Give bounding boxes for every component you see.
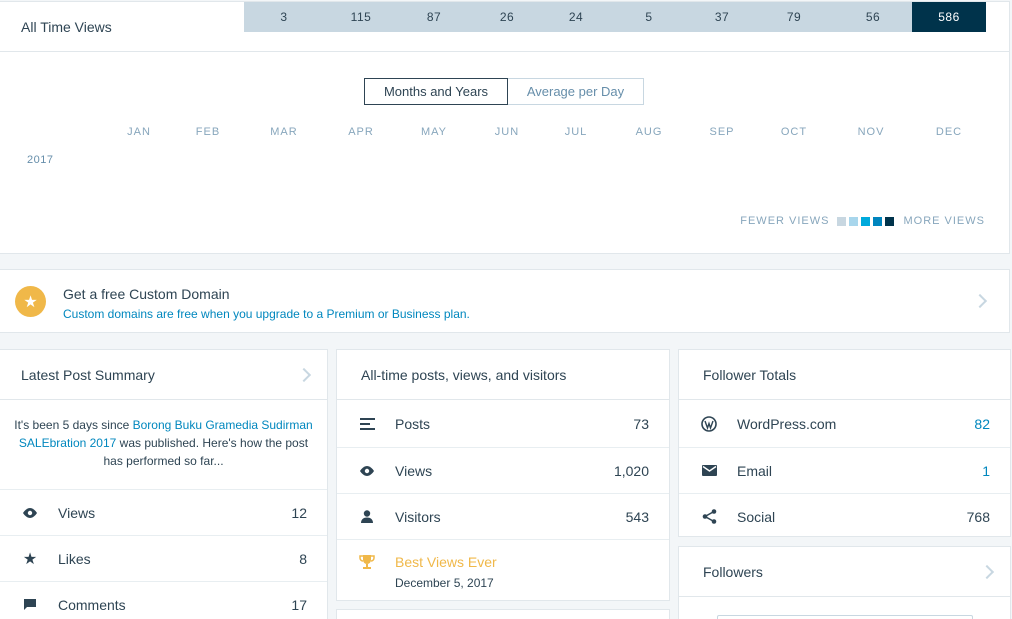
posts-icon bbox=[357, 418, 377, 430]
views-row: Views 1,020 bbox=[337, 447, 669, 493]
followers-header[interactable]: Followers bbox=[679, 547, 1010, 597]
month-label-oct: OCT bbox=[780, 126, 808, 138]
wordpress-icon bbox=[699, 416, 719, 432]
all-time-stats-title: All-time posts, views, and visitors bbox=[337, 350, 669, 400]
chevron-right-icon[interactable] bbox=[972, 293, 988, 309]
custom-domain-banner[interactable]: ★ Get a free Custom Domain Custom domain… bbox=[0, 269, 1010, 333]
person-icon bbox=[357, 510, 377, 523]
eye-icon bbox=[20, 507, 40, 518]
latest-post-summary-header[interactable]: Latest Post Summary bbox=[0, 350, 327, 400]
comments-value: 17 bbox=[291, 596, 307, 613]
wordpress-value[interactable]: 82 bbox=[974, 416, 990, 432]
month-label-sep: SEP bbox=[709, 126, 735, 138]
views-cell-sep[interactable]: 37 bbox=[690, 2, 754, 32]
legend-fewer-label: FEWER VIEWS bbox=[740, 215, 830, 227]
legend-swatch bbox=[837, 216, 847, 226]
year-label: 2017 bbox=[27, 154, 54, 166]
summary-prefix: It's been 5 days since bbox=[14, 418, 133, 432]
views-value: 1,020 bbox=[613, 462, 649, 479]
mail-icon bbox=[699, 465, 719, 476]
month-label-feb: FEB bbox=[195, 126, 221, 138]
all-time-views-card: All Time Views Months and Years Average … bbox=[0, 1, 1010, 254]
visitors-value: 543 bbox=[625, 508, 649, 525]
month-label-nov: NOV bbox=[857, 126, 885, 138]
month-label-jul: JUL bbox=[564, 126, 588, 138]
wordpress-followers-row[interactable]: WordPress.com 82 bbox=[679, 401, 1010, 447]
views-cell-nov[interactable]: 56 bbox=[834, 2, 912, 32]
likes-label: Likes bbox=[58, 550, 91, 567]
chevron-right-icon[interactable] bbox=[979, 564, 995, 579]
legend-swatch bbox=[861, 216, 871, 226]
visitors-row: Visitors 543 bbox=[337, 493, 669, 539]
views-label: Views bbox=[58, 504, 96, 521]
view-mode-toggle: Months and Years Average per Day bbox=[364, 78, 644, 105]
posts-row: Posts 73 bbox=[337, 401, 669, 447]
views-cell-apr[interactable]: 115 bbox=[324, 2, 398, 32]
followers-type-select[interactable] bbox=[717, 615, 973, 619]
month-label-mar: MAR bbox=[270, 126, 298, 138]
latest-views-row: Views 12 bbox=[0, 489, 327, 535]
next-card-stub bbox=[336, 609, 670, 619]
trophy-icon bbox=[359, 554, 375, 572]
latest-post-summary-text: It's been 5 days since Borong Buku Grame… bbox=[10, 416, 317, 470]
social-value: 768 bbox=[966, 508, 990, 525]
social-label: Social bbox=[737, 508, 776, 525]
email-value[interactable]: 1 bbox=[982, 463, 990, 479]
views-cell-jun[interactable]: 26 bbox=[470, 2, 544, 32]
views-legend: FEWER VIEWS MORE VIEWS bbox=[740, 215, 985, 227]
best-views-date: December 5, 2017 bbox=[395, 576, 494, 590]
month-label-aug: AUG bbox=[635, 126, 663, 138]
comments-label: Comments bbox=[58, 596, 126, 613]
posts-label: Posts bbox=[395, 416, 431, 432]
views-cell-dec[interactable]: 586 bbox=[912, 2, 986, 32]
best-views-ever: Best Views Ever December 5, 2017 bbox=[337, 539, 669, 602]
legend-swatch bbox=[885, 216, 895, 226]
share-icon bbox=[699, 509, 719, 524]
follower-totals-card: Follower Totals WordPress.com 82 Email 1… bbox=[678, 349, 1011, 537]
followers-card: Followers bbox=[678, 546, 1011, 619]
month-label-jun: JUN bbox=[494, 126, 520, 138]
views-cell-may[interactable]: 87 bbox=[398, 2, 470, 32]
eye-icon bbox=[357, 465, 377, 476]
likes-value: 8 bbox=[299, 550, 307, 567]
month-label-may: MAY bbox=[420, 126, 448, 138]
follower-totals-title: Follower Totals bbox=[679, 350, 1010, 400]
legend-scale bbox=[837, 216, 897, 226]
legend-more-label: MORE VIEWS bbox=[903, 215, 985, 227]
followers-title: Followers bbox=[703, 563, 763, 580]
views-cell-jul[interactable]: 24 bbox=[544, 2, 608, 32]
legend-swatch bbox=[873, 216, 883, 226]
months-and-years-button[interactable]: Months and Years bbox=[364, 78, 508, 105]
month-label-jan: JAN bbox=[127, 126, 151, 138]
month-label-dec: DEC bbox=[935, 126, 963, 138]
social-followers-row: Social 768 bbox=[679, 493, 1010, 539]
views-cell-aug[interactable]: 5 bbox=[608, 2, 690, 32]
views-cell-oct[interactable]: 79 bbox=[754, 2, 834, 32]
month-label-apr: APR bbox=[348, 126, 374, 138]
chevron-right-icon[interactable] bbox=[296, 367, 312, 382]
latest-likes-row: ★ Likes 8 bbox=[0, 535, 327, 581]
wordpress-label: WordPress.com bbox=[737, 416, 837, 432]
latest-post-summary-card: Latest Post Summary It's been 5 days sin… bbox=[0, 349, 328, 619]
star-icon: ★ bbox=[22, 550, 38, 568]
best-views-title: Best Views Ever bbox=[395, 554, 497, 570]
all-time-stats-card: All-time posts, views, and visitors Post… bbox=[336, 349, 670, 601]
email-label: Email bbox=[737, 462, 773, 479]
views-cell-mar[interactable]: 3 bbox=[244, 2, 324, 32]
star-icon: ★ bbox=[15, 286, 46, 317]
custom-domain-title: Get a free Custom Domain bbox=[63, 286, 230, 302]
custom-domain-subtitle: Custom domains are free when you upgrade… bbox=[63, 307, 470, 321]
latest-post-summary-title: Latest Post Summary bbox=[21, 366, 155, 383]
email-followers-row[interactable]: Email 1 bbox=[679, 447, 1010, 493]
latest-comments-row: Comments 17 bbox=[0, 581, 327, 619]
views-value: 12 bbox=[291, 504, 307, 521]
posts-value: 73 bbox=[633, 416, 649, 432]
visitors-label: Visitors bbox=[395, 508, 441, 525]
views-label: Views bbox=[395, 462, 433, 479]
legend-swatch bbox=[849, 216, 859, 226]
summary-suffix: was published. Here's how the post has p… bbox=[103, 436, 309, 468]
average-per-day-button[interactable]: Average per Day bbox=[508, 78, 644, 105]
comment-icon bbox=[20, 598, 40, 611]
